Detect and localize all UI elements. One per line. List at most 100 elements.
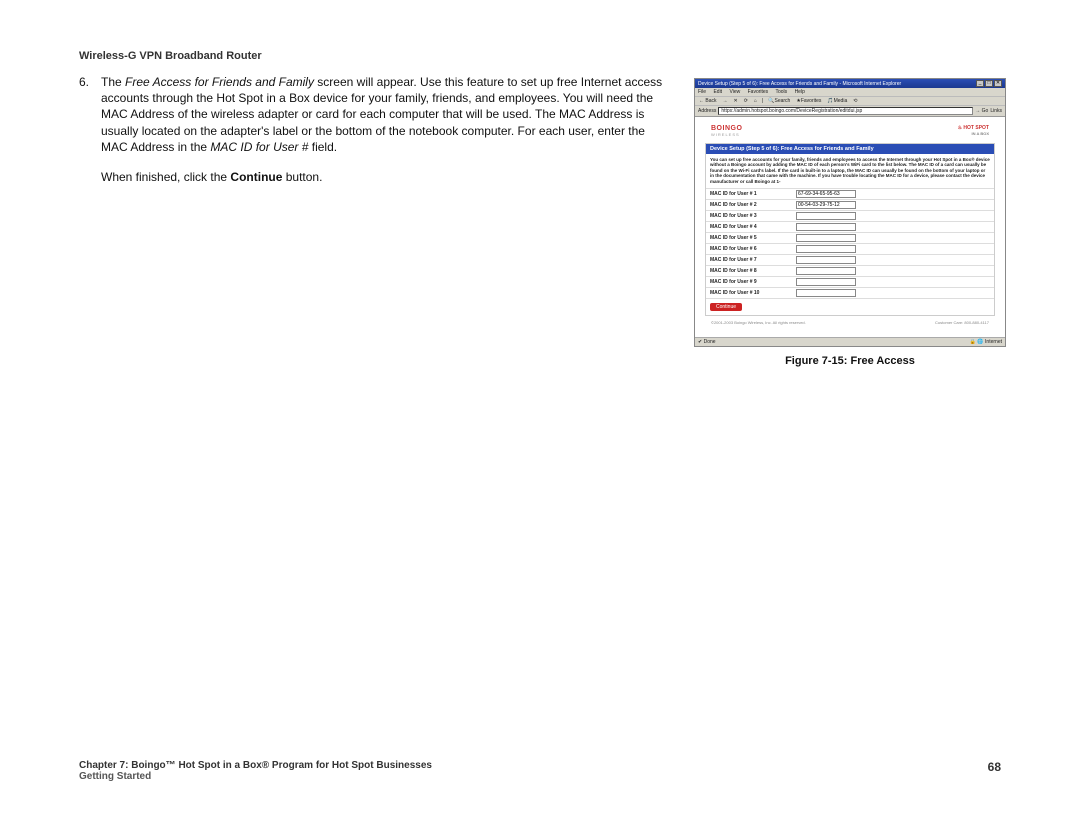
home-button[interactable]: ⌂ — [753, 98, 758, 104]
boingo-logo: BOINGO WIRELESS — [711, 125, 742, 137]
address-input[interactable]: https://admin.hotspot.boingo.com/DeviceR… — [718, 107, 973, 115]
ie-status-bar: ✔ Done 🔒 🌐 Internet — [695, 337, 1005, 346]
page-header: Wireless-G VPN Broadband Router — [79, 50, 262, 62]
footer-section: Getting Started — [79, 771, 1001, 782]
mac-label: MAC ID for User # 5 — [706, 232, 792, 243]
history-button[interactable]: ⟲ — [852, 98, 858, 104]
window-title: Device Setup (Step 5 of 6): Free Access … — [698, 81, 901, 87]
page-footer: Chapter 7: Boingo™ Hot Spot in a Box® Pr… — [79, 760, 1001, 782]
table-row: MAC ID for User # 3 — [706, 210, 994, 221]
step-number: 6. — [79, 74, 89, 90]
para2-prefix: When finished, click the — [101, 170, 230, 184]
mac-value-cell — [792, 210, 994, 221]
mac-value-cell — [792, 221, 994, 232]
status-done: ✔ Done — [698, 339, 716, 345]
mac-input[interactable] — [796, 267, 856, 275]
close-icon[interactable]: ✕ — [994, 80, 1002, 87]
mac-label: MAC ID for User # 8 — [706, 265, 792, 276]
para1-italic: Free Access for Friends and Family — [125, 75, 314, 89]
copyright: ©2001-2003 Boingo Wireless, Inc. All rig… — [711, 320, 806, 325]
mac-label: MAC ID for User # 2 — [706, 199, 792, 210]
mac-value-cell — [792, 276, 994, 287]
boingo-sub: WIRELESS — [711, 132, 742, 137]
instructions: You can set up free accounts for your fa… — [706, 154, 994, 187]
table-row: MAC ID for User # 10 — [706, 287, 994, 298]
window-buttons: _ □ ✕ — [976, 80, 1002, 87]
mac-value-cell — [792, 254, 994, 265]
menu-tools[interactable]: Tools — [775, 89, 787, 95]
mac-input[interactable] — [796, 256, 856, 264]
mac-input[interactable] — [796, 201, 856, 209]
media-button[interactable]: 🎵Media — [826, 98, 848, 104]
mac-label: MAC ID for User # 9 — [706, 276, 792, 287]
favorites-button[interactable]: ★Favorites — [795, 98, 822, 104]
status-zone: 🔒 🌐 Internet — [970, 339, 1002, 345]
footer-chapter: Chapter 7: Boingo™ Hot Spot in a Box® Pr… — [79, 760, 1001, 771]
mac-value-cell — [792, 199, 994, 210]
mac-value-cell — [792, 287, 994, 298]
links-label[interactable]: Links — [990, 108, 1002, 114]
mac-label: MAC ID for User # 7 — [706, 254, 792, 265]
para1-italic2: MAC ID for User # — [210, 140, 308, 154]
mac-label: MAC ID for User # 6 — [706, 243, 792, 254]
para2-suffix: button. — [282, 170, 322, 184]
continue-row: Continue — [706, 298, 994, 315]
table-row: MAC ID for User # 6 — [706, 243, 994, 254]
ie-content: BOINGO WIRELESS ♨ HOT SPOT IN A BOX Devi… — [695, 117, 1005, 337]
para1-suffix: field. — [308, 140, 337, 154]
maximize-icon[interactable]: □ — [985, 80, 993, 87]
para2-bold: Continue — [230, 170, 282, 184]
mac-label: MAC ID for User # 3 — [706, 210, 792, 221]
hotspot-logo: ♨ HOT SPOT IN A BOX — [958, 125, 989, 136]
ie-titlebar: Device Setup (Step 5 of 6): Free Access … — [695, 79, 1005, 88]
mac-input[interactable] — [796, 278, 856, 286]
ie-window: Device Setup (Step 5 of 6): Free Access … — [694, 78, 1006, 347]
blue-bar: Device Setup (Step 5 of 6): Free Access … — [706, 144, 994, 154]
body-text: 6. The Free Access for Friends and Famil… — [79, 74, 669, 185]
ie-address-bar: Address https://admin.hotspot.boingo.com… — [695, 106, 1005, 117]
menu-file[interactable]: File — [698, 89, 706, 95]
mac-label: MAC ID for User # 1 — [706, 188, 792, 199]
menu-help[interactable]: Help — [795, 89, 805, 95]
mac-input[interactable] — [796, 212, 856, 220]
mac-label: MAC ID for User # 4 — [706, 221, 792, 232]
para2: When finished, click the Continue button… — [101, 169, 669, 185]
mac-value-cell — [792, 232, 994, 243]
table-row: MAC ID for User # 2 — [706, 199, 994, 210]
ie-menubar: File Edit View Favorites Tools Help — [695, 88, 1005, 97]
boingo-text: BOINGO — [711, 125, 742, 132]
refresh-button[interactable]: ⟳ — [743, 98, 749, 104]
menu-view[interactable]: View — [729, 89, 740, 95]
minimize-icon[interactable]: _ — [976, 80, 984, 87]
mac-input[interactable] — [796, 223, 856, 231]
mac-input[interactable] — [796, 245, 856, 253]
go-button[interactable]: → Go — [975, 108, 988, 114]
mac-value-cell — [792, 188, 994, 199]
figure-caption: Figure 7-15: Free Access — [694, 355, 1006, 367]
stop-button[interactable]: ✕ — [733, 98, 739, 104]
page-number: 68 — [988, 760, 1001, 774]
mac-value-cell — [792, 243, 994, 254]
back-button[interactable]: ← Back — [698, 98, 718, 104]
mac-table: MAC ID for User # 1MAC ID for User # 2MA… — [706, 188, 994, 315]
address-label: Address — [698, 108, 716, 114]
table-row: MAC ID for User # 5 — [706, 232, 994, 243]
menu-edit[interactable]: Edit — [713, 89, 722, 95]
inner-box: Device Setup (Step 5 of 6): Free Access … — [705, 143, 995, 316]
table-row: MAC ID for User # 8 — [706, 265, 994, 276]
mac-input[interactable] — [796, 190, 856, 198]
content-footer: ©2001-2003 Boingo Wireless, Inc. All rig… — [705, 316, 995, 327]
forward-button[interactable]: → — [722, 98, 729, 104]
table-row: MAC ID for User # 9 — [706, 276, 994, 287]
table-row: MAC ID for User # 4 — [706, 221, 994, 232]
figure-area: Device Setup (Step 5 of 6): Free Access … — [694, 78, 1006, 367]
mac-input[interactable] — [796, 234, 856, 242]
table-row: MAC ID for User # 1 — [706, 188, 994, 199]
mac-input[interactable] — [796, 289, 856, 297]
search-button[interactable]: 🔍Search — [767, 98, 791, 104]
continue-button[interactable]: Continue — [710, 303, 742, 311]
para1-prefix: The — [101, 75, 125, 89]
hotspot-sub: IN A BOX — [958, 131, 989, 136]
menu-favorites[interactable]: Favorites — [748, 89, 769, 95]
brand-row: BOINGO WIRELESS ♨ HOT SPOT IN A BOX — [705, 123, 995, 141]
